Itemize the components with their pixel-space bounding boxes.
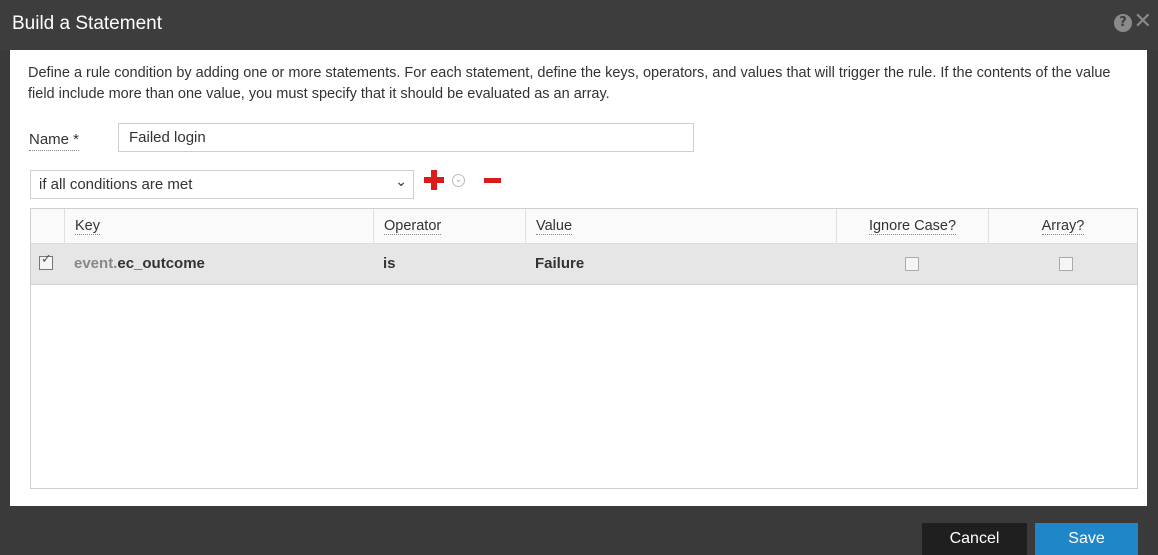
- dialog-footer: Cancel Save: [0, 506, 1158, 555]
- add-options-chevron-icon[interactable]: ⌄: [452, 174, 465, 187]
- dialog-title: Build a Statement: [12, 13, 162, 34]
- build-statement-dialog: Build a Statement ? ✕ Define a rule cond…: [0, 0, 1158, 555]
- key-name: ec_outcome: [117, 255, 205, 272]
- row-select-checkbox[interactable]: [39, 252, 53, 270]
- key-cell: event.ec_outcome: [74, 244, 205, 284]
- help-icon[interactable]: ?: [1114, 14, 1132, 32]
- ignore-case-checkbox[interactable]: [905, 257, 919, 271]
- array-checkbox[interactable]: [1059, 257, 1073, 271]
- table-header: Key Operator Value Ignore Case? Array?: [31, 209, 1137, 244]
- add-statement-icon[interactable]: [423, 169, 445, 191]
- column-header-key[interactable]: Key: [64, 209, 373, 243]
- key-prefix: event.: [74, 255, 118, 272]
- remove-statement-icon[interactable]: [484, 178, 501, 183]
- name-label: Name *: [29, 131, 80, 151]
- condition-select-value: if all conditions are met: [39, 176, 193, 193]
- column-header-value[interactable]: Value: [525, 209, 836, 243]
- description-text: Define a rule condition by adding one or…: [28, 65, 1111, 102]
- cancel-button[interactable]: Cancel: [922, 523, 1027, 555]
- column-header-operator[interactable]: Operator: [373, 209, 525, 243]
- chevron-down-icon: ⌄: [395, 174, 407, 190]
- table-row[interactable]: event.ec_outcome is Failure: [31, 244, 1137, 285]
- column-header-array[interactable]: Array?: [988, 209, 1137, 243]
- condition-select[interactable]: if all conditions are met ⌄: [30, 170, 414, 199]
- close-icon[interactable]: ✕: [1134, 11, 1152, 33]
- name-input[interactable]: [118, 123, 694, 152]
- save-button[interactable]: Save: [1035, 523, 1138, 555]
- operator-cell: is: [383, 255, 396, 272]
- dialog-body: Define a rule condition by adding one or…: [10, 50, 1147, 506]
- statements-table: Key Operator Value Ignore Case? Array? e…: [30, 208, 1138, 489]
- value-cell: Failure: [535, 255, 585, 272]
- column-header-ignore-case[interactable]: Ignore Case?: [836, 209, 988, 243]
- select-column-header: [31, 209, 64, 243]
- dialog-titlebar: Build a Statement ? ✕: [0, 0, 1158, 50]
